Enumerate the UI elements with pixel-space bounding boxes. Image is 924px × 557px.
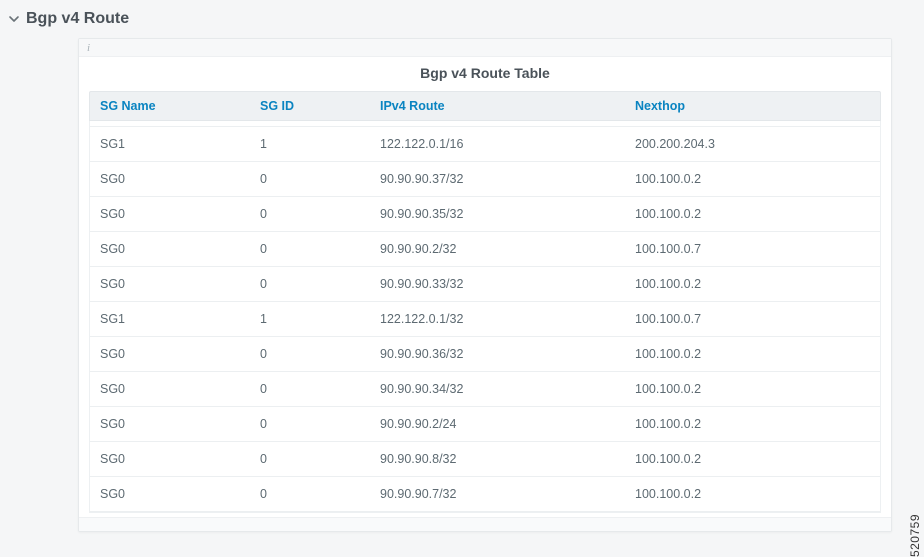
table-body[interactable]: SG0090.90.90.9/32100.100.0.2SG11122.122.… [89, 121, 881, 513]
cell-nexthop: 100.100.0.2 [625, 408, 880, 440]
cell-sg-name: SG0 [90, 443, 250, 475]
col-header-route[interactable]: IPv4 Route [370, 92, 625, 120]
cell-sg-id: 0 [250, 478, 370, 510]
cell-route: 90.90.90.7/32 [370, 478, 625, 510]
figure-reference-number: 520759 [908, 514, 922, 557]
table-header-row: SG Name SG ID IPv4 Route Nexthop [89, 91, 881, 121]
cell-nexthop: 100.100.0.2 [625, 338, 880, 370]
col-header-sg-name[interactable]: SG Name [90, 92, 250, 120]
table-row[interactable]: SG11122.122.0.1/32100.100.0.7 [90, 302, 880, 337]
table-row[interactable]: SG0090.90.90.35/32100.100.0.2 [90, 197, 880, 232]
table-row[interactable]: SG0090.90.90.7/32100.100.0.2 [90, 477, 880, 512]
cell-sg-id: 0 [250, 408, 370, 440]
table-row[interactable]: SG0090.90.90.36/32100.100.0.2 [90, 337, 880, 372]
cell-sg-name: SG0 [90, 233, 250, 265]
section-title: Bgp v4 Route [26, 10, 129, 28]
cell-sg-id: 0 [250, 198, 370, 230]
table-row[interactable]: SG0090.90.90.2/24100.100.0.2 [90, 407, 880, 442]
cell-route: 90.90.90.34/32 [370, 373, 625, 405]
cell-route: 90.90.90.8/32 [370, 443, 625, 475]
cell-nexthop: 100.100.0.2 [625, 163, 880, 195]
cell-sg-id: 1 [250, 303, 370, 335]
col-header-sg-id[interactable]: SG ID [250, 92, 370, 120]
panel-title: Bgp v4 Route Table [79, 57, 891, 91]
chevron-down-icon [8, 13, 20, 25]
table-row[interactable]: SG0090.90.90.37/32100.100.0.2 [90, 162, 880, 197]
cell-route: 90.90.90.2/24 [370, 408, 625, 440]
panel-footer [79, 517, 891, 531]
cell-route: 90.90.90.37/32 [370, 163, 625, 195]
cell-route: 90.90.90.33/32 [370, 268, 625, 300]
cell-sg-id: 1 [250, 128, 370, 160]
cell-sg-name: SG0 [90, 478, 250, 510]
cell-sg-id: 0 [250, 233, 370, 265]
cell-sg-name: SG0 [90, 408, 250, 440]
cell-sg-id: 0 [250, 338, 370, 370]
cell-route: 90.90.90.35/32 [370, 198, 625, 230]
cell-sg-id: 0 [250, 121, 370, 126]
table-row[interactable]: SG0090.90.90.34/32100.100.0.2 [90, 372, 880, 407]
cell-route: 122.122.0.1/16 [370, 128, 625, 160]
cell-sg-name: SG0 [90, 121, 250, 126]
cell-sg-id: 0 [250, 163, 370, 195]
cell-nexthop: 100.100.0.2 [625, 198, 880, 230]
cell-sg-name: SG0 [90, 268, 250, 300]
panel-info-bar: i [79, 39, 891, 57]
table-row[interactable]: SG0090.90.90.33/32100.100.0.2 [90, 267, 880, 302]
cell-sg-id: 0 [250, 443, 370, 475]
cell-sg-name: SG1 [90, 303, 250, 335]
cell-nexthop: 100.100.0.2 [625, 478, 880, 510]
cell-route: 90.90.90.9/32 [370, 121, 625, 126]
cell-nexthop: 100.100.0.7 [625, 303, 880, 335]
cell-sg-name: SG0 [90, 373, 250, 405]
cell-sg-id: 0 [250, 268, 370, 300]
cell-nexthop: 200.200.204.3 [625, 128, 880, 160]
cell-nexthop: 100.100.0.2 [625, 121, 880, 126]
section-header[interactable]: Bgp v4 Route [0, 0, 924, 34]
col-header-nexthop[interactable]: Nexthop [625, 92, 880, 120]
route-table-panel: i Bgp v4 Route Table SG Name SG ID IPv4 … [78, 38, 892, 532]
cell-route: 90.90.90.2/32 [370, 233, 625, 265]
table-row[interactable]: SG0090.90.90.2/32100.100.0.7 [90, 232, 880, 267]
cell-sg-name: SG1 [90, 128, 250, 160]
cell-route: 122.122.0.1/32 [370, 303, 625, 335]
cell-sg-id: 0 [250, 373, 370, 405]
route-table: SG Name SG ID IPv4 Route Nexthop SG0090.… [79, 91, 891, 517]
cell-nexthop: 100.100.0.2 [625, 268, 880, 300]
cell-nexthop: 100.100.0.2 [625, 373, 880, 405]
cell-sg-name: SG0 [90, 338, 250, 370]
table-row[interactable]: SG11122.122.0.1/16200.200.204.3 [90, 127, 880, 162]
info-icon[interactable]: i [87, 42, 90, 54]
cell-nexthop: 100.100.0.2 [625, 443, 880, 475]
cell-nexthop: 100.100.0.7 [625, 233, 880, 265]
table-row[interactable]: SG0090.90.90.8/32100.100.0.2 [90, 442, 880, 477]
cell-sg-name: SG0 [90, 198, 250, 230]
cell-route: 90.90.90.36/32 [370, 338, 625, 370]
cell-sg-name: SG0 [90, 163, 250, 195]
